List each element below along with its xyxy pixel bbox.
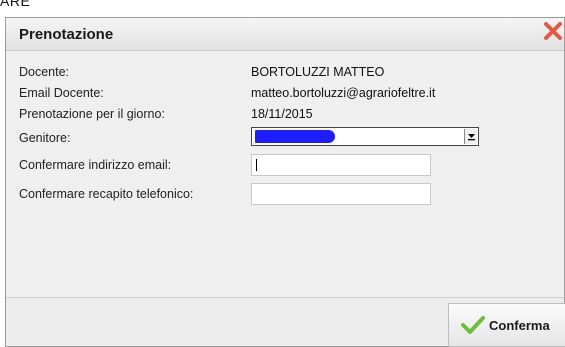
dialog-title: Prenotazione: [19, 26, 114, 43]
conferma-telefono-field[interactable]: [251, 183, 431, 205]
docente-label: Docente:: [19, 65, 70, 79]
dialog-body: Docente: BORTOLUZZI MATTEO Email Docente…: [6, 51, 564, 297]
text-cursor: [256, 159, 257, 171]
conferma-button-label: Conferma: [489, 318, 550, 333]
email-docente-value: matteo.bortoluzzi@agrariofeltre.it: [251, 86, 436, 100]
chevron-down-icon[interactable]: [464, 129, 477, 144]
conferma-email-label: Confermare indirizzo email:: [19, 158, 172, 172]
giorno-value: 18/11/2015: [251, 107, 313, 121]
dialog-footer: Conferma: [6, 297, 565, 347]
genitore-select[interactable]: [251, 127, 479, 146]
conferma-telefono-label: Confermare recapito telefonico:: [19, 187, 194, 201]
giorno-label: Prenotazione per il giorno:: [19, 107, 165, 121]
dialog-titlebar: Prenotazione: [6, 18, 564, 51]
email-docente-label: Email Docente:: [19, 86, 104, 100]
background-text-fragment: ARE: [0, 0, 31, 9]
genitore-label: Genitore:: [19, 131, 71, 145]
conferma-email-field[interactable]: [251, 154, 431, 176]
docente-value: BORTOLUZZI MATTEO: [251, 65, 385, 79]
redacted-value: [255, 130, 335, 143]
conferma-button[interactable]: Conferma: [448, 303, 565, 347]
close-icon[interactable]: [542, 20, 565, 44]
check-icon: [461, 315, 485, 340]
prenotazione-dialog: Prenotazione Docente: BORTOLUZZI MATTEO …: [5, 17, 565, 347]
